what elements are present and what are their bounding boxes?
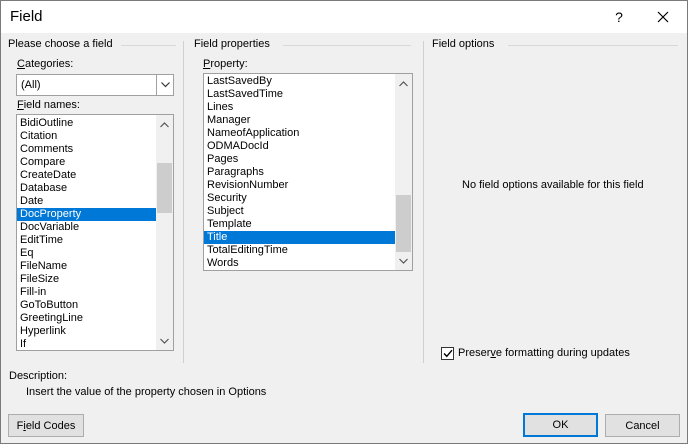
list-item[interactable]: Template <box>204 218 396 231</box>
list-item[interactable]: Pages <box>204 153 396 166</box>
dialog-title: Field <box>10 8 43 25</box>
field-properties-heading: Field properties <box>194 38 270 50</box>
list-item[interactable]: RevisionNumber <box>204 179 396 192</box>
categories-label: Categories: <box>17 58 74 70</box>
list-item[interactable]: BidiOutline <box>17 117 157 130</box>
cancel-button[interactable]: Cancel <box>605 414 680 437</box>
field-dialog: Field ? Please choose a field Categories… <box>0 0 688 444</box>
scroll-up-icon[interactable] <box>395 75 412 92</box>
list-item[interactable]: Subject <box>204 205 396 218</box>
property-scrollbar[interactable] <box>395 74 412 270</box>
categories-value: (All) <box>21 79 41 91</box>
list-item[interactable]: DocVariable <box>17 221 157 234</box>
property-list[interactable]: LastSavedBy LastSavedTime Lines Manager Name… <box>203 73 413 271</box>
list-item[interactable]: CreateDate <box>17 169 157 182</box>
list-item[interactable]: Database <box>17 182 157 195</box>
scroll-down-icon[interactable] <box>395 252 412 269</box>
list-item[interactable]: FileSize <box>17 273 157 286</box>
list-item[interactable]: Comments <box>17 143 157 156</box>
middle-divider <box>423 41 424 363</box>
field-names-scroll-thumb[interactable] <box>157 163 172 213</box>
list-item[interactable]: LastSavedBy <box>204 75 396 88</box>
list-item[interactable]: GreetingLine <box>17 312 157 325</box>
field-codes-button[interactable]: Field Codes <box>8 414 84 437</box>
description-label: Description: <box>9 370 68 382</box>
scroll-down-icon[interactable] <box>156 332 173 349</box>
list-item[interactable]: Manager <box>204 114 396 127</box>
help-button[interactable]: ? <box>597 1 641 33</box>
no-options-message: No field options available for this fiel… <box>462 179 644 191</box>
field-names-scrollbar[interactable] <box>156 115 173 350</box>
list-item[interactable]: Title <box>204 231 396 244</box>
close-button[interactable] <box>641 1 685 33</box>
list-item[interactable]: ODMADocId <box>204 140 396 153</box>
list-item[interactable]: LastSavedTime <box>204 88 396 101</box>
list-item[interactable]: Security <box>204 192 396 205</box>
field-names-items: BidiOutline Citation Comments Compare Create… <box>17 117 157 350</box>
field-options-heading: Field options <box>432 38 495 50</box>
list-item[interactable]: GoToButton <box>17 299 157 312</box>
categories-dropdown[interactable]: (All) <box>16 74 174 96</box>
cancel-label: Cancel <box>625 419 660 432</box>
list-item[interactable]: Citation <box>17 130 157 143</box>
field-codes-label: Field Codes <box>16 419 76 432</box>
property-scroll-thumb[interactable] <box>396 195 411 252</box>
ok-label: OK <box>552 419 569 431</box>
list-item[interactable]: EditTime <box>17 234 157 247</box>
field-names-list[interactable]: BidiOutline Citation Comments Compare Create… <box>16 114 174 351</box>
list-item[interactable]: FileName <box>17 260 157 273</box>
help-icon: ? <box>615 9 623 25</box>
property-items: LastSavedBy LastSavedTime Lines Manager Name… <box>204 75 396 270</box>
list-item[interactable]: Lines <box>204 101 396 114</box>
title-bar: Field ? <box>1 1 687 33</box>
preserve-formatting-label[interactable]: Preserve formatting during updates <box>458 347 630 359</box>
list-item[interactable]: TotalEditingTime <box>204 244 396 257</box>
close-icon <box>657 11 669 23</box>
left-heading-rule <box>121 45 176 46</box>
choose-field-heading: Please choose a field <box>8 38 113 50</box>
list-item[interactable]: Words <box>204 257 396 270</box>
scroll-up-icon[interactable] <box>156 116 173 133</box>
chevron-down-icon[interactable] <box>156 75 173 95</box>
field-names-label: Field names: <box>17 99 80 111</box>
preserve-formatting-checkbox[interactable] <box>441 347 454 360</box>
middle-heading-rule <box>283 45 411 46</box>
left-divider <box>183 41 184 363</box>
list-item[interactable]: Eq <box>17 247 157 260</box>
list-item[interactable]: Fill-in <box>17 286 157 299</box>
list-item[interactable]: NameofApplication <box>204 127 396 140</box>
ok-button[interactable]: OK <box>523 413 598 437</box>
description-text: Insert the value of the property chosen … <box>26 386 267 398</box>
list-item[interactable]: Date <box>17 195 157 208</box>
checkmark-icon <box>443 349 453 358</box>
property-label: Property: <box>203 58 248 70</box>
list-item[interactable]: Paragraphs <box>204 166 396 179</box>
list-item[interactable]: Hyperlink <box>17 325 157 338</box>
list-item[interactable]: DocProperty <box>17 208 157 221</box>
list-item[interactable]: Compare <box>17 156 157 169</box>
list-item[interactable]: If <box>17 338 157 350</box>
right-heading-rule <box>508 45 678 46</box>
